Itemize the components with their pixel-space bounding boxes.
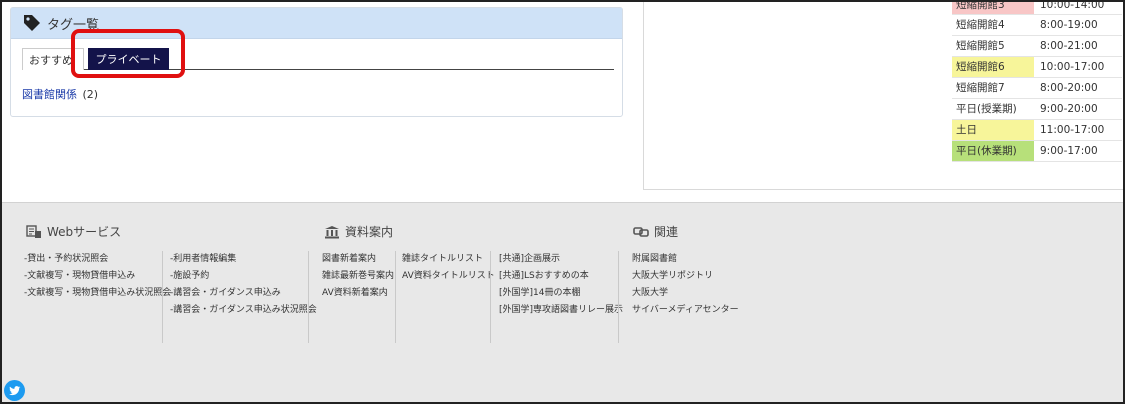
hours-period-name: 短縮開館3 <box>952 0 1034 15</box>
hours-row: 短縮開館5 8:00-21:00 <box>952 35 1122 57</box>
tag-panel-header: タグ一覧 <box>11 8 622 39</box>
footer-link[interactable]: [共通]企画展示 <box>499 251 623 268</box>
web-col-1: -貸出・予約状況照会 -文献複写・現物貸借申込み -文献複写・現物貸借申込み状況… <box>24 251 171 302</box>
library-building-icon <box>325 225 339 238</box>
hours-period-time: 8:00-20:00 <box>1034 77 1122 99</box>
footer-link[interactable]: -講習会・ガイダンス申込み <box>170 285 317 302</box>
hours-row: 短縮開館7 8:00-20:00 <box>952 77 1122 99</box>
footer-link[interactable]: 雑誌最新巻号案内 <box>322 268 394 285</box>
materials-heading: 資料案内 <box>324 223 393 240</box>
opening-hours-table: 短縮開館3 10:00-14:00 短縮開館4 8:00-19:00 短縮開館5 8:00… <box>952 0 1122 162</box>
footer-link[interactable]: 附属図書館 <box>632 251 739 268</box>
footer-link[interactable]: -施設予約 <box>170 268 317 285</box>
hours-period-name: 短縮開館5 <box>952 35 1034 57</box>
materials-title: 資料案内 <box>345 225 394 239</box>
hours-period-time: 10:00-14:00 <box>1034 0 1122 15</box>
tag-count: (2) <box>82 88 99 101</box>
hours-row: 平日(休業期) 9:00-17:00 <box>952 140 1122 162</box>
footer-link[interactable]: 大阪大学 <box>632 285 739 302</box>
hours-period-name: 平日(授業期) <box>952 98 1034 120</box>
hours-row: 短縮開館4 8:00-19:00 <box>952 14 1122 36</box>
tag-panel-title: タグ一覧 <box>47 17 100 33</box>
footer-link[interactable]: サイバーメディアセンター <box>632 302 739 319</box>
footer-link[interactable]: 雑誌タイトルリスト <box>402 251 495 268</box>
footer-link[interactable]: AV資料タイトルリスト <box>402 268 495 285</box>
hours-row: 短縮開館6 10:00-17:00 <box>952 56 1122 78</box>
hours-period-name: 短縮開館4 <box>952 14 1034 36</box>
hours-period-time: 8:00-19:00 <box>1034 14 1122 36</box>
hours-period-name: 平日(休業期) <box>952 140 1034 162</box>
related-heading: 関連 <box>633 223 678 240</box>
footer-link[interactable]: -講習会・ガイダンス申込み状況照会 <box>170 302 317 319</box>
materials-col-2: 雑誌タイトルリスト AV資料タイトルリスト <box>402 251 495 285</box>
footer-link[interactable]: 図書新着案内 <box>322 251 394 268</box>
column-divider <box>308 251 309 343</box>
tag-tabs: おすすめ プライベート <box>22 48 614 70</box>
hours-period-time: 9:00-20:00 <box>1034 98 1122 120</box>
web-col-2: -利用者情報編集 -施設予約 -講習会・ガイダンス申込み -講習会・ガイダンス申… <box>170 251 317 319</box>
column-divider <box>395 251 396 343</box>
hours-row: 平日(授業期) 9:00-20:00 <box>952 98 1122 120</box>
hours-period-time: 10:00-17:00 <box>1034 56 1122 78</box>
twitter-button[interactable] <box>4 380 25 401</box>
footer-link[interactable]: -貸出・予約状況照会 <box>24 251 171 268</box>
twitter-icon <box>9 386 21 396</box>
footer-link[interactable]: -利用者情報編集 <box>170 251 317 268</box>
materials-col-1: 図書新着案内 雑誌最新巻号案内 AV資料新着案内 <box>322 251 394 302</box>
link-icon <box>633 226 649 237</box>
footer-link[interactable]: -文献複写・現物貸借申込み <box>24 268 171 285</box>
column-divider <box>618 251 619 343</box>
footer-link[interactable]: [外国学]専攻語図書リレー展示 <box>499 302 623 319</box>
related-col-1: 附属図書館 大阪大学リポジトリ 大阪大学 サイバーメディアセンター <box>632 251 739 319</box>
hours-period-time: 11:00-17:00 <box>1034 119 1122 141</box>
footer-link[interactable]: -文献複写・現物貸借申込み状況照会 <box>24 285 171 302</box>
footer-link[interactable]: [外国学]14冊の本棚 <box>499 285 623 302</box>
footer-link[interactable]: [共通]LSおすすめの本 <box>499 268 623 285</box>
hours-period-time: 9:00-17:00 <box>1034 140 1122 162</box>
footer-link[interactable]: AV資料新着案内 <box>322 285 394 302</box>
hours-period-name: 短縮開館7 <box>952 77 1034 99</box>
web-services-title: Webサービス <box>47 225 122 239</box>
hours-row: 短縮開館3 10:00-14:00 <box>952 0 1122 15</box>
hours-period-time: 8:00-21:00 <box>1034 35 1122 57</box>
tag-icon <box>24 15 40 31</box>
materials-col-3: [共通]企画展示 [共通]LSおすすめの本 [外国学]14冊の本棚 [外国学]専… <box>499 251 623 319</box>
column-divider <box>162 251 163 343</box>
related-title: 関連 <box>654 225 679 239</box>
tag-list-item: 図書館関係 (2) <box>22 86 98 102</box>
footer: Webサービス -貸出・予約状況照会 -文献複写・現物貸借申込み -文献複写・現… <box>0 202 1125 404</box>
tab-recommend[interactable]: おすすめ <box>22 48 84 70</box>
hours-period-name: 土日 <box>952 119 1034 141</box>
column-divider <box>490 251 491 343</box>
hours-row: 土日 11:00-17:00 <box>952 119 1122 141</box>
hours-period-name: 短縮開館6 <box>952 56 1034 78</box>
footer-link[interactable]: 大阪大学リポジトリ <box>632 268 739 285</box>
web-services-heading: Webサービス <box>26 223 121 240</box>
tag-panel: タグ一覧 おすすめ プライベート 図書館関係 (2) <box>10 7 623 117</box>
tab-private[interactable]: プライベート <box>88 48 169 70</box>
tag-link-library[interactable]: 図書館関係 <box>22 88 77 101</box>
web-service-icon <box>26 224 41 238</box>
